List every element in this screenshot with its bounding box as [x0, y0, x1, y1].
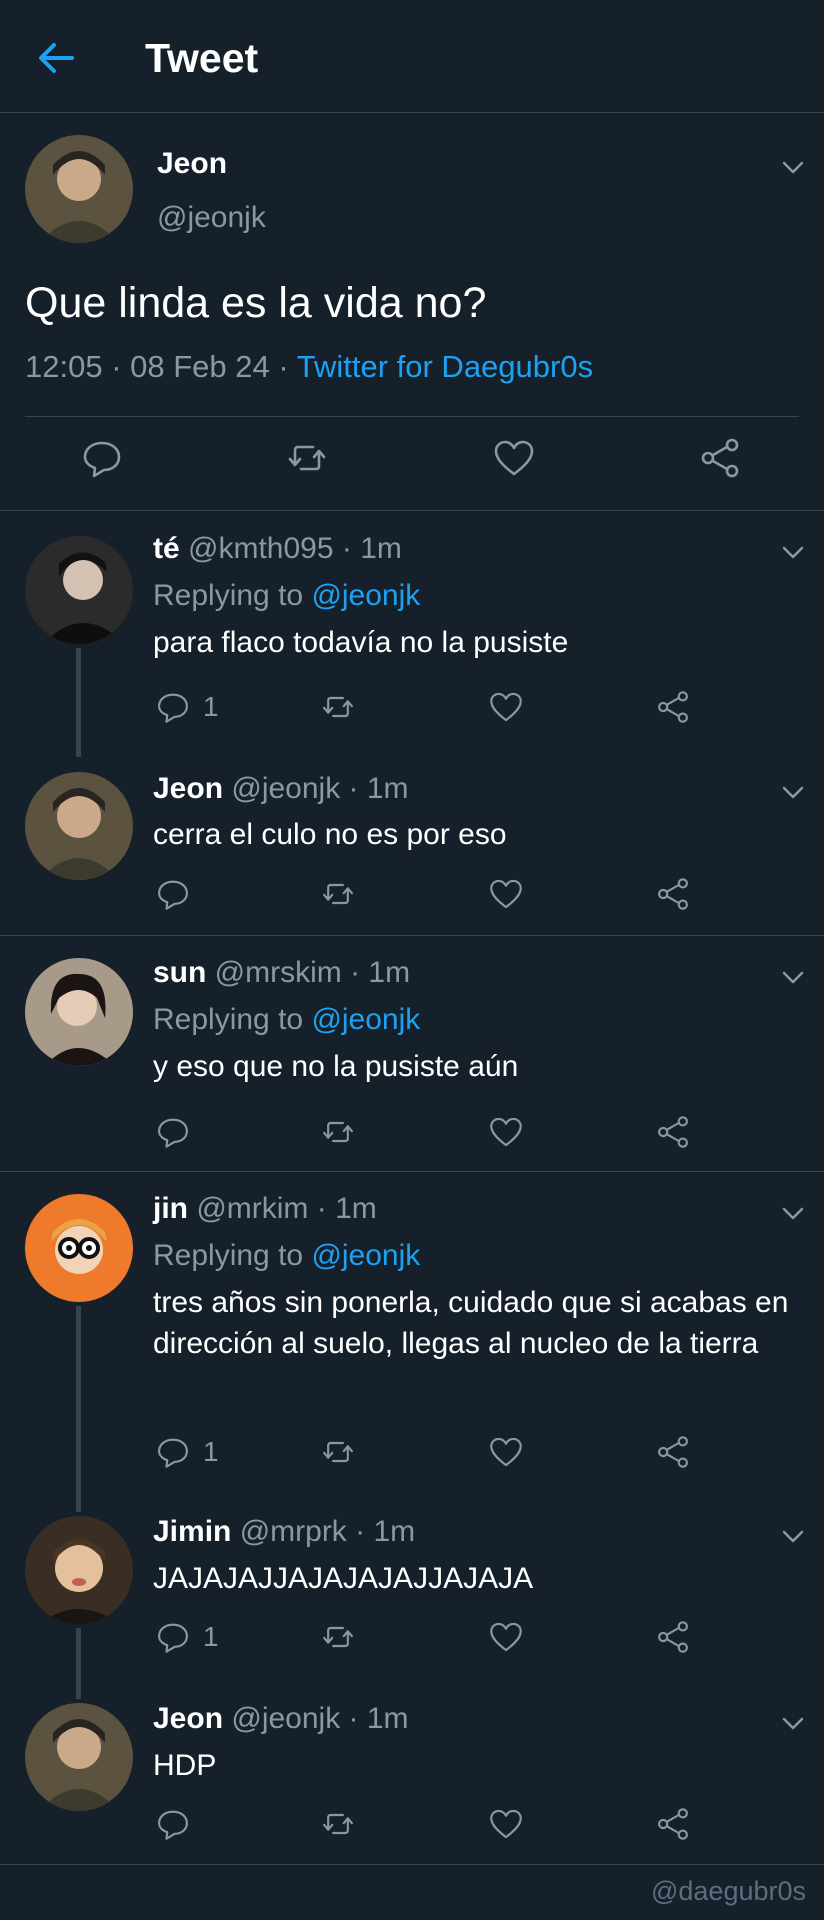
replying-to: Replying to @jeonjk	[153, 1003, 421, 1036]
retweet-icon[interactable]	[320, 1432, 356, 1472]
reply-author-name[interactable]: Jimin	[153, 1515, 231, 1548]
thread-line	[76, 648, 81, 757]
reply-meta: @mrprk · 1m	[231, 1515, 416, 1548]
avatar-jimin[interactable]	[25, 1516, 133, 1624]
avatar-jeon[interactable]	[25, 772, 133, 880]
retweet-icon[interactable]	[320, 1112, 356, 1152]
reply-icon[interactable]: 1	[155, 687, 219, 727]
avatar-jeon[interactable]	[25, 135, 133, 243]
reply-meta: @jeonjk · 1m	[223, 1702, 409, 1735]
reply-text: tres años sin ponerla, cuidado que si ac…	[153, 1286, 789, 1360]
reply-tweet[interactable]: Jeon @jeonjk · 1m cerra el culo no es po…	[0, 751, 824, 936]
watermark: @daegubr0s	[650, 1876, 806, 1906]
reply-author-name[interactable]: Jeon	[153, 1702, 223, 1735]
reply-count: 1	[203, 691, 219, 722]
share-icon[interactable]	[655, 687, 691, 727]
reply-count: 1	[203, 1436, 219, 1467]
mention-link[interactable]: @jeonjk	[311, 1003, 420, 1036]
tweet-meta: 12:05 · 08 Feb 24 · Twitter for Daegubr0…	[25, 349, 593, 385]
reply-icon[interactable]: 1	[155, 1617, 219, 1657]
share-icon[interactable]	[655, 1432, 691, 1472]
share-icon[interactable]	[655, 1804, 691, 1844]
reply-author-name[interactable]: Jeon	[153, 772, 223, 805]
back-arrow-icon[interactable]	[32, 34, 80, 82]
chevron-down-icon[interactable]	[779, 1199, 807, 1227]
tweet-source[interactable]: Twitter for Daegubr0s	[297, 349, 593, 384]
reply-text: para flaco todavía no la pusiste	[153, 626, 569, 659]
mention-link[interactable]: @jeonjk	[311, 579, 420, 612]
reply-count: 1	[203, 1621, 219, 1652]
like-heart-icon[interactable]	[488, 1432, 524, 1472]
author-name[interactable]: Jeon	[157, 147, 227, 181]
mention-link[interactable]: @jeonjk	[311, 1239, 420, 1272]
share-icon[interactable]	[655, 1617, 691, 1657]
retweet-icon[interactable]	[320, 874, 356, 914]
top-bar: Tweet	[0, 0, 824, 113]
chevron-down-icon[interactable]	[779, 778, 807, 806]
like-heart-icon[interactable]	[488, 1617, 524, 1657]
thread-line	[76, 1628, 81, 1699]
main-tweet: Jeon @jeonjk Que linda es la vida no? 12…	[0, 113, 824, 511]
reply-meta: @mrskim · 1m	[206, 956, 411, 989]
divider	[25, 416, 799, 417]
reply-meta: @jeonjk · 1m	[223, 772, 409, 805]
chevron-down-icon[interactable]	[779, 1709, 807, 1737]
share-icon[interactable]	[698, 436, 742, 480]
reply-icon[interactable]	[155, 1112, 191, 1152]
like-heart-icon[interactable]	[488, 874, 524, 914]
reply-icon[interactable]	[80, 436, 124, 480]
share-icon[interactable]	[655, 1112, 691, 1152]
reply-tweet[interactable]: Jimin @mrprk · 1m JAJAJAJJAJAJAJAJJAJAJA…	[0, 1506, 824, 1699]
reply-text: cerra el culo no es por eso	[153, 818, 507, 851]
reply-icon[interactable]: 1	[155, 1432, 219, 1472]
reply-author-name[interactable]: sun	[153, 956, 206, 989]
reply-icon[interactable]	[155, 1804, 191, 1844]
retweet-icon[interactable]	[285, 436, 329, 480]
like-heart-icon[interactable]	[488, 1112, 524, 1152]
avatar-sun[interactable]	[25, 958, 133, 1066]
replying-to: Replying to @jeonjk	[153, 579, 421, 612]
reply-tweet[interactable]: jin @mrkim · 1m Replying to @jeonjk tres…	[0, 1172, 824, 1512]
tweet-time: 12:05 · 08 Feb 24 ·	[25, 349, 297, 384]
reply-tweet[interactable]: Jeon @jeonjk · 1m HDP	[0, 1693, 824, 1865]
like-heart-icon[interactable]	[488, 1804, 524, 1844]
chevron-down-icon[interactable]	[779, 153, 807, 181]
replying-to: Replying to @jeonjk	[153, 1239, 421, 1272]
chevron-down-icon[interactable]	[779, 963, 807, 991]
reply-tweet[interactable]: sun @mrskim · 1m Replying to @jeonjk y e…	[0, 936, 824, 1172]
chevron-down-icon[interactable]	[779, 538, 807, 566]
reply-text: HDP	[153, 1749, 217, 1782]
share-icon[interactable]	[655, 874, 691, 914]
retweet-icon[interactable]	[320, 687, 356, 727]
tweet-text: Que linda es la vida no?	[25, 279, 487, 327]
avatar-jin[interactable]	[25, 1194, 133, 1302]
retweet-icon[interactable]	[320, 1804, 356, 1844]
reply-meta: @kmth095 · 1m	[179, 532, 402, 565]
like-heart-icon[interactable]	[492, 436, 536, 480]
reply-author-name[interactable]: jin	[153, 1192, 188, 1225]
retweet-icon[interactable]	[320, 1617, 356, 1657]
reply-icon[interactable]	[155, 874, 191, 914]
avatar-te[interactable]	[25, 536, 133, 644]
page-title: Tweet	[145, 35, 259, 81]
reply-tweet[interactable]: té @kmth095 · 1m Replying to @jeonjk par…	[0, 511, 824, 757]
reply-meta: @mrkim · 1m	[188, 1192, 377, 1225]
avatar-jeon[interactable]	[25, 1703, 133, 1811]
reply-text: y eso que no la pusiste aún	[153, 1050, 519, 1083]
chevron-down-icon[interactable]	[779, 1522, 807, 1550]
reply-author-name[interactable]: té	[153, 532, 180, 565]
reply-text: JAJAJAJJAJAJAJAJJAJAJA	[153, 1562, 534, 1595]
thread-line	[76, 1306, 81, 1512]
like-heart-icon[interactable]	[488, 687, 524, 727]
author-handle[interactable]: @jeonjk	[157, 201, 266, 235]
